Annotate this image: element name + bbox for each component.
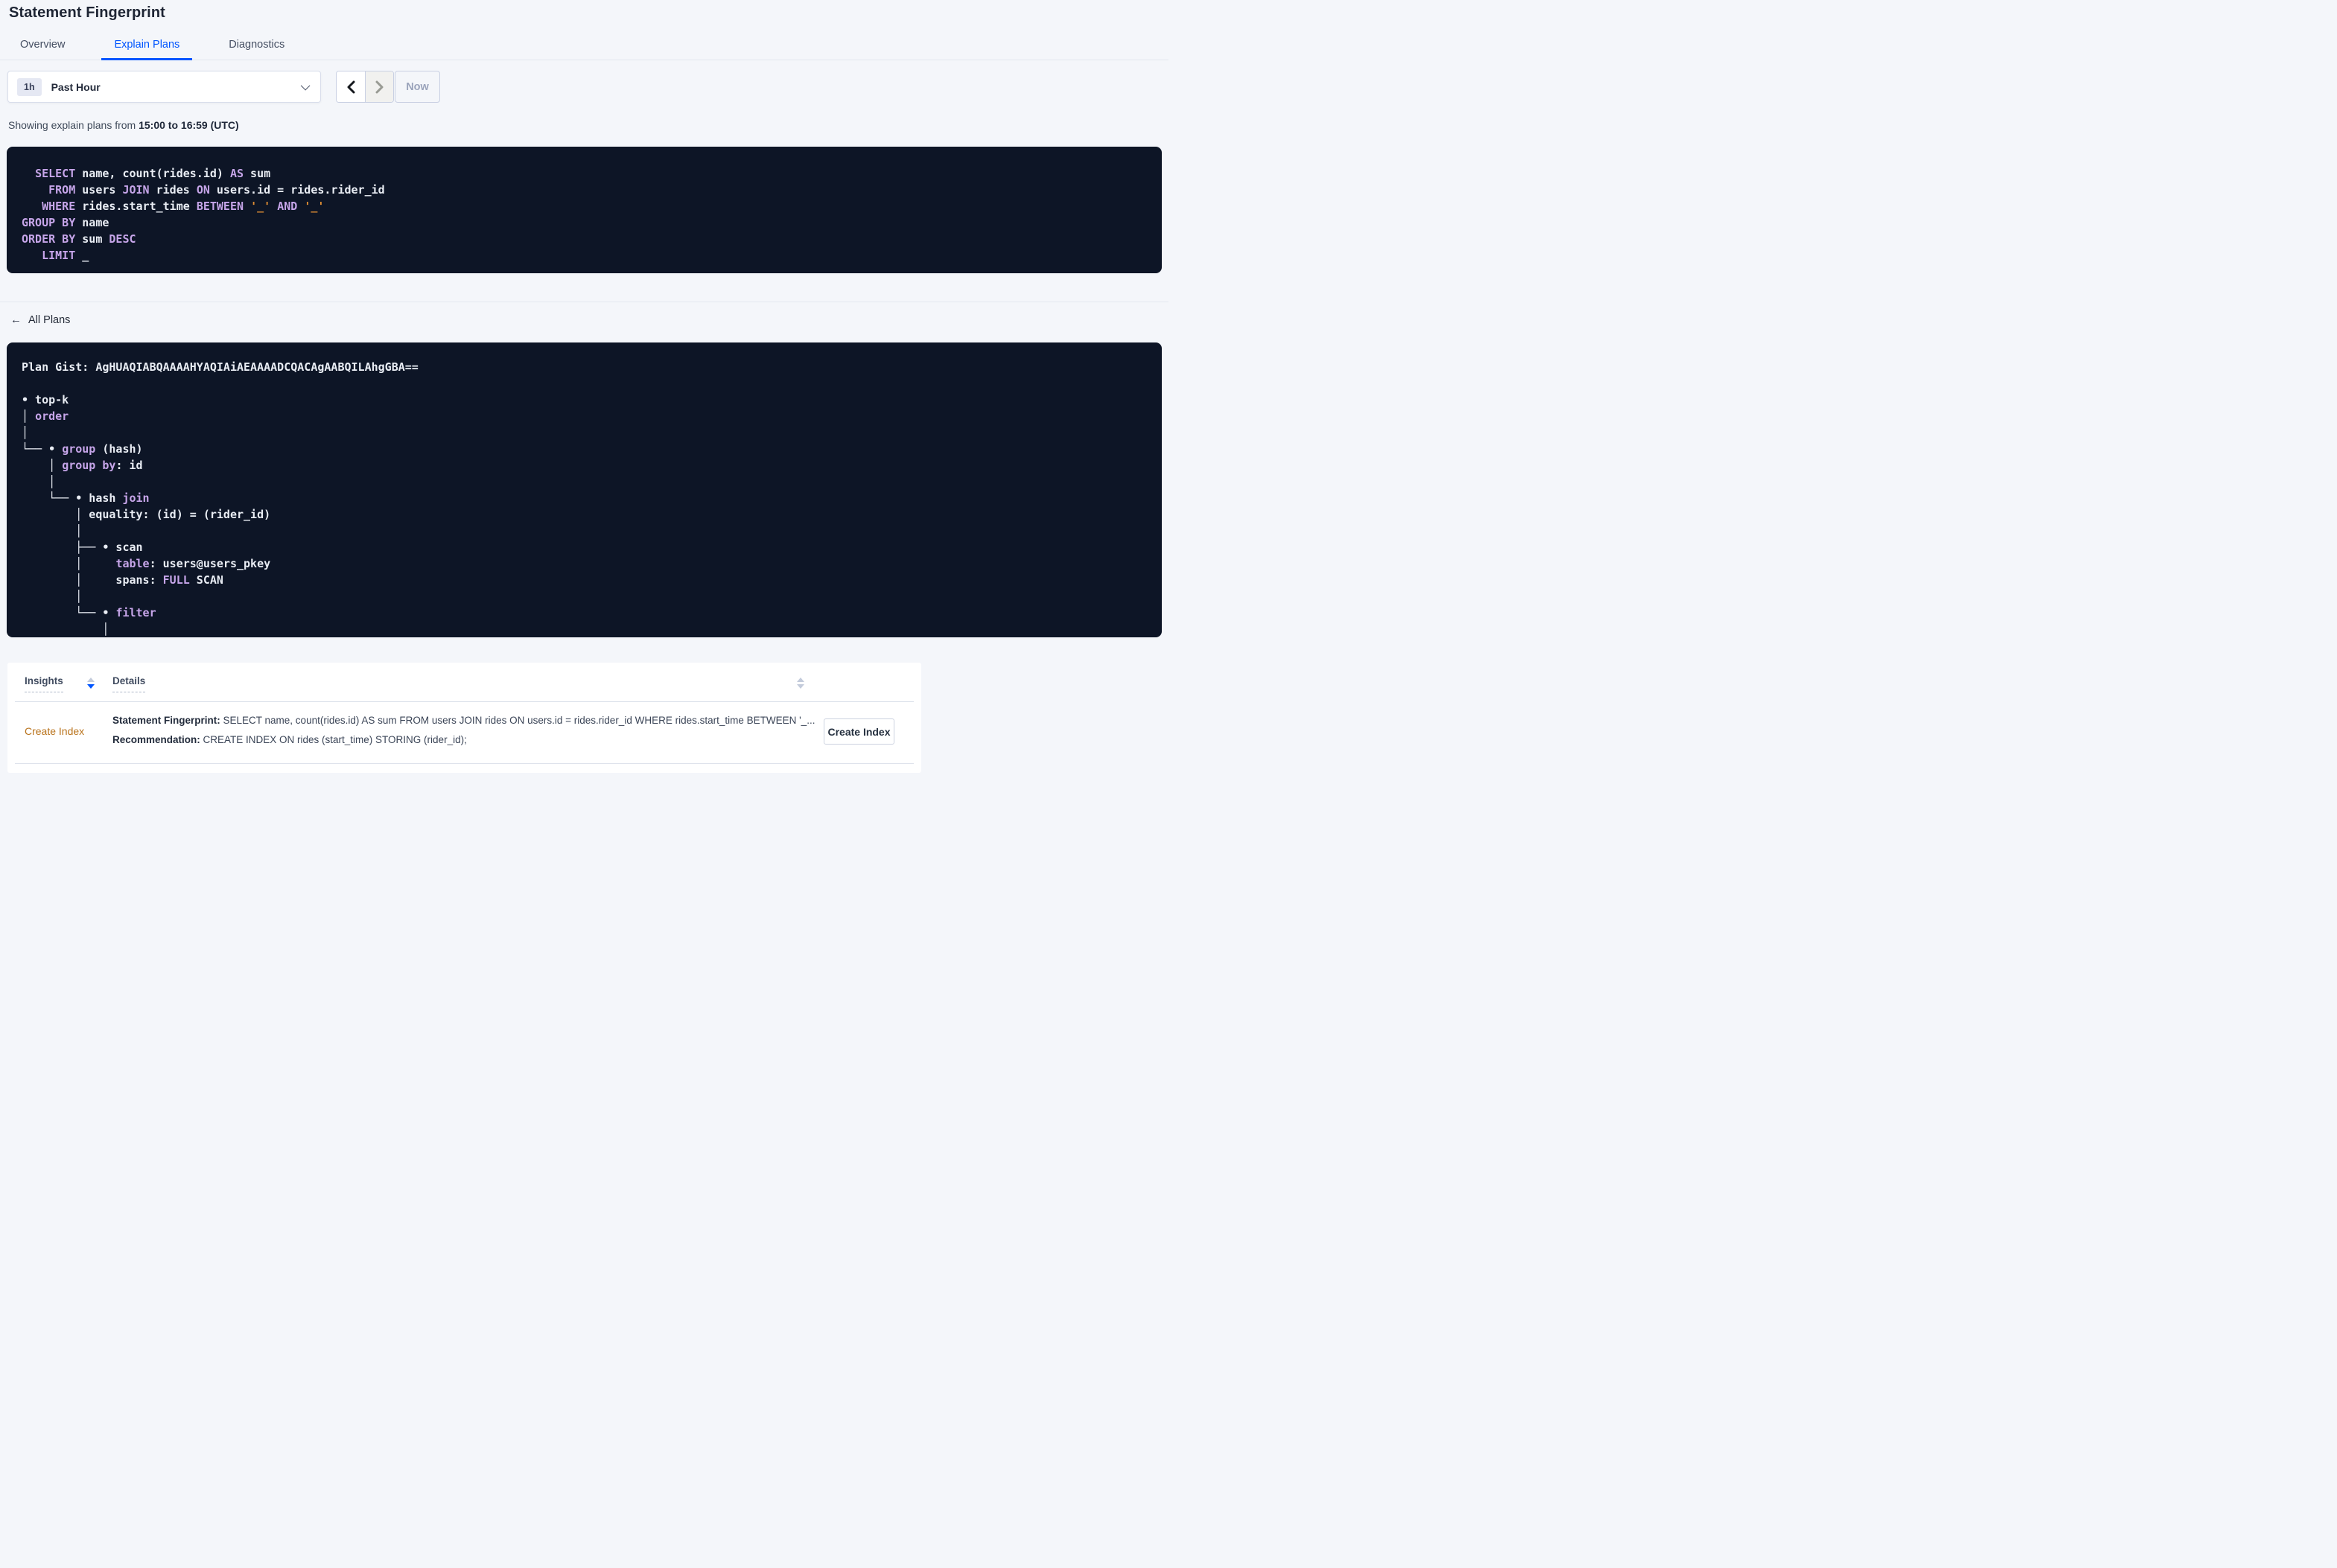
code-line: │ xyxy=(22,622,109,636)
fingerprint-text: SELECT name, count(rides.id) AS sum FROM… xyxy=(220,715,815,726)
insights-table: Insights Details Create Index Statement … xyxy=(7,663,921,773)
time-interval-badge: 1h xyxy=(17,77,42,96)
code-line: │ xyxy=(22,524,83,538)
summary-prefix: Showing explain plans from xyxy=(8,119,139,131)
sort-down-arrow-icon xyxy=(797,684,804,689)
sort-icon-insights[interactable] xyxy=(87,678,95,689)
plan-gist-panel: Plan Gist: AgHUAQIABQAAAAHYAQIAiAEAAAADC… xyxy=(7,342,1162,637)
create-index-button[interactable]: Create Index xyxy=(824,718,894,745)
sort-up-arrow-icon xyxy=(87,678,95,682)
code-line: └── • filter xyxy=(22,606,156,619)
code-line: │ xyxy=(22,475,56,488)
code-line: │ xyxy=(22,426,29,439)
code-line: └── • hash join xyxy=(22,491,150,505)
code-line: ├── • scan xyxy=(22,541,143,554)
table-row-divider xyxy=(15,763,914,764)
column-header-details[interactable]: Details xyxy=(112,675,146,692)
code-line: • top-k xyxy=(22,393,69,407)
code-line: SELECT name, count(rides.id) AS sum xyxy=(35,167,271,180)
recommendation-text: CREATE INDEX ON rides (start_time) STORI… xyxy=(200,734,467,745)
code-line: Plan Gist: AgHUAQIABQAAAAHYAQIAiAEAAAADC… xyxy=(22,360,419,374)
all-plans-label: All Plans xyxy=(28,313,71,326)
prev-time-button[interactable] xyxy=(337,71,365,102)
sql-statement-panel: SELECT name, count(rides.id) AS sum FROM… xyxy=(7,147,1162,273)
tab-diagnostics[interactable]: Diagnostics xyxy=(216,31,297,60)
chevron-left-icon xyxy=(347,80,354,93)
next-time-button[interactable] xyxy=(365,71,393,102)
code-line: │ table: users@users_pkey xyxy=(22,557,271,570)
code-line: FROM users JOIN rides ON users.id = ride… xyxy=(48,183,385,197)
code-line: GROUP BY name xyxy=(22,216,109,229)
code-line: │ equality: (id) = (rider_id) xyxy=(22,508,271,521)
time-range-label: Past Hour xyxy=(51,80,101,93)
code-line: │ order xyxy=(22,409,69,423)
insight-type-link[interactable]: Create Index xyxy=(25,725,84,737)
chevron-right-icon xyxy=(375,80,384,93)
chevron-down-icon xyxy=(300,80,311,91)
code-line: │ spans: FULL SCAN xyxy=(22,573,223,587)
sort-icon-details[interactable] xyxy=(797,678,804,689)
sort-down-arrow-icon xyxy=(87,684,95,689)
time-range-summary: Showing explain plans from 15:00 to 16:5… xyxy=(8,119,239,131)
tab-bar: Overview Explain Plans Diagnostics xyxy=(0,31,1168,60)
recommendation-detail: Recommendation: CREATE INDEX ON rides (s… xyxy=(112,734,827,745)
code-line: ORDER BY sum DESC xyxy=(22,232,136,246)
time-range-select[interactable]: 1h Past Hour xyxy=(7,71,321,103)
code-line: └── • group (hash) xyxy=(22,442,143,456)
summary-range: 15:00 to 16:59 (UTC) xyxy=(139,119,239,131)
recommendation-label: Recommendation: xyxy=(112,734,200,745)
code-line: LIMIT _ xyxy=(42,249,89,262)
table-header-divider xyxy=(15,701,914,702)
tab-explain-plans[interactable]: Explain Plans xyxy=(101,31,193,60)
now-button[interactable]: Now xyxy=(395,71,440,103)
back-arrow-icon: ← xyxy=(10,313,22,326)
time-pager xyxy=(336,71,394,103)
column-header-insights[interactable]: Insights xyxy=(25,675,63,692)
sort-up-arrow-icon xyxy=(797,678,804,682)
tab-overview[interactable]: Overview xyxy=(7,31,77,60)
all-plans-link[interactable]: ← All Plans xyxy=(10,313,70,326)
statement-fingerprint-detail: Statement Fingerprint: SELECT name, coun… xyxy=(112,715,827,726)
code-line: WHERE rides.start_time BETWEEN '_' AND '… xyxy=(42,200,325,213)
code-line: │ xyxy=(22,590,83,603)
page-title: Statement Fingerprint xyxy=(9,4,165,21)
fingerprint-label: Statement Fingerprint: xyxy=(112,715,220,726)
code-line: │ group by: id xyxy=(22,459,143,472)
